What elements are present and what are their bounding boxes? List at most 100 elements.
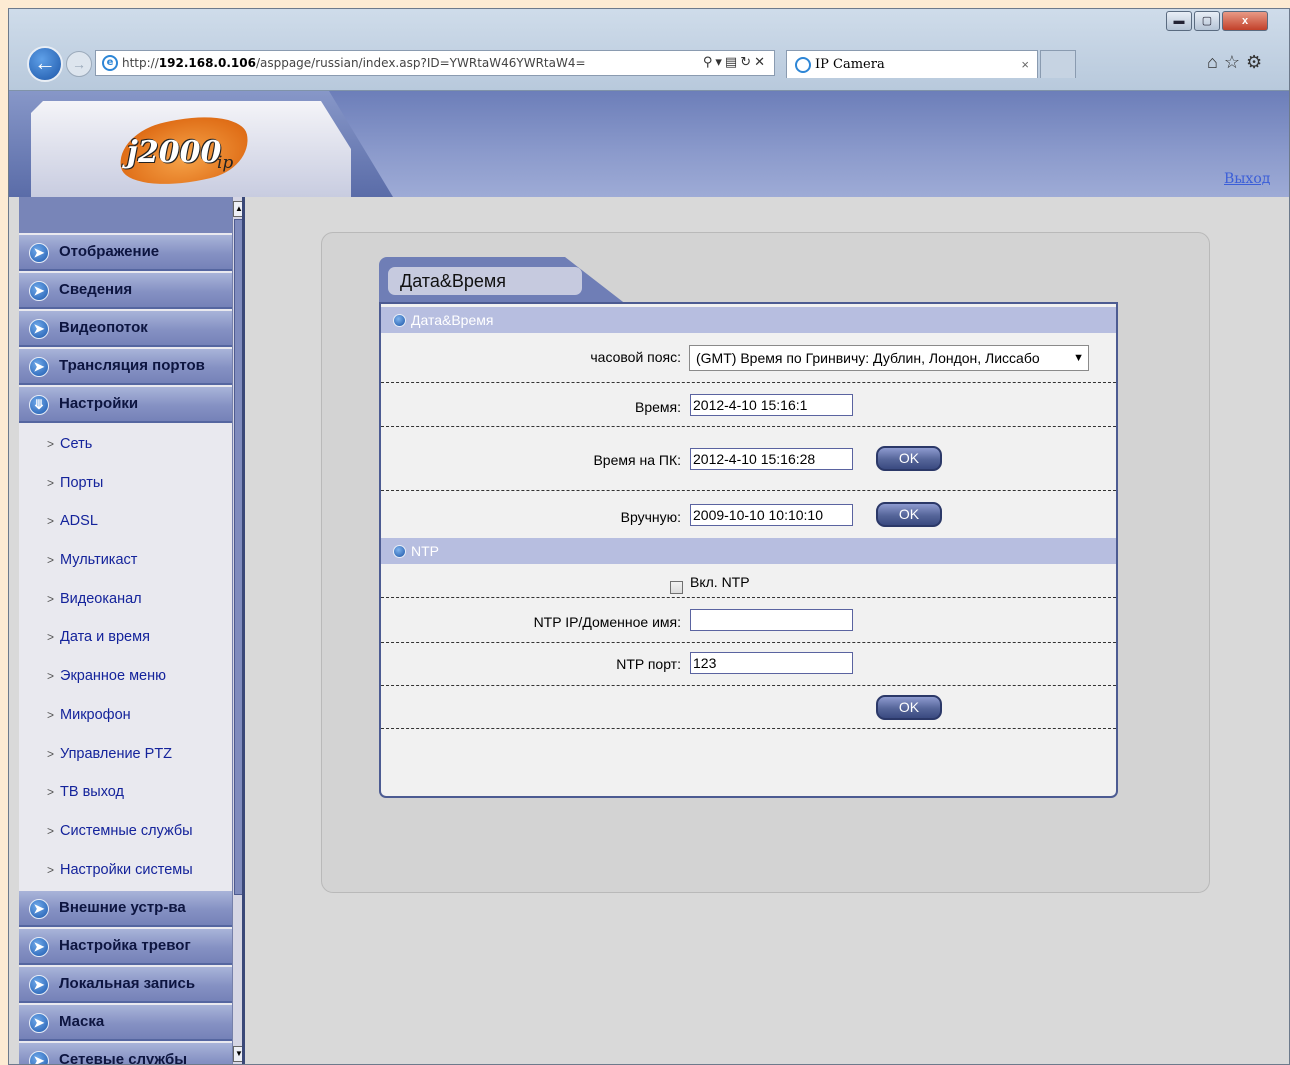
manual-time-ok-button[interactable]: OK bbox=[876, 502, 942, 527]
close-window-button[interactable]: x bbox=[1222, 11, 1268, 31]
tab-title: IP Camera bbox=[815, 57, 885, 72]
timezone-select[interactable]: (GMT) Время по Гринвичу: Дублин, Лондон,… bbox=[689, 345, 1089, 371]
submenu-label: Управление PTZ bbox=[60, 745, 173, 762]
home-icon[interactable]: ⌂ bbox=[1207, 52, 1224, 72]
time-field[interactable]: 2012-4-10 15:16:1 bbox=[690, 394, 853, 416]
pc-time-ok-button[interactable]: OK bbox=[876, 446, 942, 471]
menu-item-info[interactable]: ➤ Сведения bbox=[19, 273, 242, 309]
chevron-down-icon: ▼ bbox=[1073, 352, 1084, 364]
submenu-label: Мультикаст bbox=[60, 552, 138, 569]
maximize-button[interactable]: ▢ bbox=[1194, 11, 1220, 31]
logo-subtext: ip bbox=[217, 153, 234, 173]
chevron-right-icon: > bbox=[47, 746, 55, 761]
submenu-item-osd[interactable]: > Экранное меню bbox=[19, 657, 242, 696]
tab-close-icon[interactable]: × bbox=[1021, 51, 1029, 79]
row-divider bbox=[381, 382, 1116, 383]
scroll-thumb[interactable] bbox=[234, 219, 242, 895]
submenu-item-system-services[interactable]: > Системные службы bbox=[19, 812, 242, 851]
submenu-item-videochannel[interactable]: > Видеоканал bbox=[19, 580, 242, 619]
chevron-right-icon: > bbox=[47, 437, 55, 451]
section-title: NTP bbox=[411, 543, 439, 559]
settings-submenu: > Сеть > Порты > ADSL > Мультикаст > Видеокан… bbox=[19, 425, 242, 889]
menu-label: Сетевые службы bbox=[59, 1051, 188, 1065]
sidebar-header bbox=[19, 197, 242, 233]
menu-item-port-forwarding[interactable]: ➤ Трансляция портов bbox=[19, 349, 242, 385]
submenu-item-system-settings[interactable]: > Настройки системы bbox=[19, 851, 242, 890]
menu-bottom-group: ➤ Внешние устр-ва ➤ Настройка тревог ➤ Лока… bbox=[19, 891, 242, 1065]
forward-button[interactable]: → bbox=[66, 51, 92, 77]
pc-time-field[interactable]: 2012-4-10 15:16:28 bbox=[690, 448, 853, 470]
menu-label: Внешние устр-ва bbox=[59, 899, 186, 917]
arrow-right-icon: ➤ bbox=[29, 357, 49, 377]
url-path: /asppage/russian/index.asp?ID=YWRtaW46YW… bbox=[255, 56, 586, 70]
time-label: Время: bbox=[634, 399, 681, 415]
ntp-ok-button[interactable]: OK bbox=[876, 695, 942, 720]
section-bullet-icon bbox=[393, 314, 406, 327]
row-divider bbox=[381, 597, 1116, 598]
menu-item-display[interactable]: ➤ Отображение bbox=[19, 235, 242, 271]
favorites-star-icon[interactable]: ☆ bbox=[1224, 52, 1246, 72]
section-bullet-icon bbox=[393, 545, 406, 558]
submenu-item-adsl[interactable]: > ADSL bbox=[19, 502, 242, 541]
arrow-right-icon: ➤ bbox=[29, 899, 49, 920]
submenu-item-datetime[interactable]: > Дата и время bbox=[19, 618, 242, 657]
menu-label: Настройки bbox=[59, 395, 139, 412]
scroll-up-icon[interactable]: ▲ bbox=[233, 201, 242, 217]
ntp-port-field[interactable]: 123 bbox=[690, 652, 853, 674]
url-prefix: http:// bbox=[122, 56, 159, 70]
logout-link[interactable]: Выход bbox=[1224, 171, 1270, 187]
menu-item-settings[interactable]: ⤋ Настройки bbox=[19, 387, 242, 423]
form-tab-title: Дата&Время bbox=[388, 267, 582, 295]
back-button[interactable]: ← bbox=[27, 46, 63, 82]
browser-tab[interactable]: IP Camera × bbox=[786, 50, 1038, 78]
search-icon[interactable]: ⚲ bbox=[703, 55, 716, 70]
address-tools[interactable]: ⚲▾▤↻✕ bbox=[703, 51, 768, 75]
address-bar[interactable]: e http://192.168.0.106/asppage/russian/in… bbox=[95, 50, 775, 76]
ntp-host-field[interactable] bbox=[690, 609, 853, 631]
menu-item-network-services[interactable]: ➤ Сетевые службы bbox=[19, 1043, 242, 1065]
arrow-right-icon: ➤ bbox=[29, 1051, 49, 1064]
submenu-label: Видеоканал bbox=[60, 590, 142, 607]
timezone-label: часовой пояс: bbox=[590, 349, 681, 365]
menu-item-mask[interactable]: ➤ Маска bbox=[19, 1005, 242, 1042]
sidebar-scrollbar[interactable]: ▲ ▼ bbox=[232, 197, 242, 1064]
submenu-item-tv-out[interactable]: > ТВ выход bbox=[19, 773, 242, 812]
stop-icon[interactable]: ✕ bbox=[754, 55, 768, 70]
chevron-right-icon: > bbox=[47, 553, 55, 568]
compat-view-icon[interactable]: ▤ bbox=[725, 55, 740, 70]
browser-tools: ⌂☆⚙ bbox=[1207, 52, 1268, 73]
chevron-right-icon: > bbox=[47, 630, 55, 645]
camera-banner: j2000 ip Выход bbox=[9, 91, 1289, 197]
menu-item-external-devices[interactable]: ➤ Внешние устр-ва bbox=[19, 891, 242, 928]
ntp-port-label: NTP порт: bbox=[616, 656, 681, 672]
dropdown-icon[interactable]: ▾ bbox=[715, 55, 725, 70]
menu-label: Трансляция портов bbox=[59, 357, 205, 374]
refresh-icon[interactable]: ↻ bbox=[740, 55, 754, 70]
submenu-item-ports[interactable]: > Порты bbox=[19, 464, 242, 503]
submenu-item-microphone[interactable]: > Микрофон bbox=[19, 696, 242, 735]
menu-label: Маска bbox=[59, 1013, 105, 1031]
menu-item-alarms[interactable]: ➤ Настройка тревог bbox=[19, 929, 242, 966]
logo-text: j2000 bbox=[127, 135, 222, 170]
menu-item-local-record[interactable]: ➤ Локальная запись bbox=[19, 967, 242, 1004]
row-divider bbox=[381, 685, 1116, 686]
submenu-label: Экранное меню bbox=[60, 668, 166, 685]
menu-item-videostream[interactable]: ➤ Видеопоток bbox=[19, 311, 242, 347]
menu-label: Локальная запись bbox=[59, 975, 196, 993]
minimize-button[interactable]: ▬ bbox=[1166, 11, 1192, 31]
chevron-right-icon: > bbox=[47, 475, 55, 490]
row-divider bbox=[381, 642, 1116, 643]
ntp-enable-label: Вкл. NTP bbox=[690, 574, 750, 590]
submenu-item-network[interactable]: > Сеть bbox=[19, 425, 242, 464]
arrow-right-icon: ➤ bbox=[29, 1013, 49, 1034]
scroll-down-icon[interactable]: ▼ bbox=[233, 1046, 242, 1062]
settings-gear-icon[interactable]: ⚙ bbox=[1246, 52, 1268, 72]
manual-time-field[interactable]: 2009-10-10 10:10:10 bbox=[690, 504, 853, 526]
submenu-label: ADSL bbox=[60, 513, 98, 530]
new-tab-button[interactable] bbox=[1040, 50, 1076, 78]
menu-label: Сведения bbox=[59, 281, 133, 298]
submenu-item-ptz[interactable]: > Управление PTZ bbox=[19, 735, 242, 774]
submenu-label: Системные службы bbox=[60, 822, 193, 839]
ntp-enable-checkbox[interactable] bbox=[670, 581, 683, 594]
submenu-item-multicast[interactable]: > Мультикаст bbox=[19, 541, 242, 580]
